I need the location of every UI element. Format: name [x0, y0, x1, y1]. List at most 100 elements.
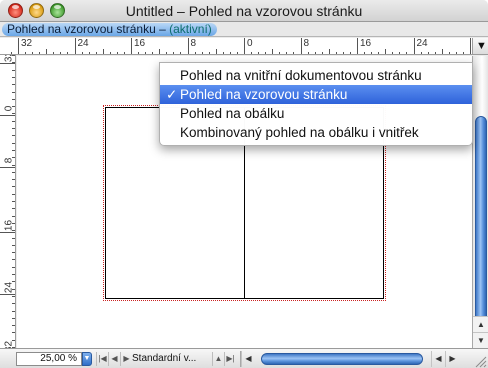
ruler-tick	[399, 52, 401, 54]
ruler-tick	[371, 52, 373, 54]
ruler-label: 24	[77, 38, 89, 49]
ruler-tick	[12, 135, 15, 137]
vertical-scrollbar[interactable]	[472, 56, 488, 368]
resize-grip-icon[interactable]	[472, 349, 488, 368]
page-selector-arrow-icon[interactable]: ▲	[212, 352, 224, 366]
status-bar: 25,00 % ▼ |◀ ◀ ▶ Standardní v... ▲ ▶| ◀ …	[0, 348, 488, 368]
ruler-tick	[25, 52, 27, 54]
ruler-tick	[12, 259, 15, 261]
ruler-tick	[53, 52, 55, 54]
document-window: Untitled – Pohled na vzorovou stránku Po…	[0, 0, 488, 368]
ruler-tick	[272, 49, 274, 54]
ruler-tick	[12, 179, 15, 181]
ruler-tick	[251, 52, 253, 54]
view-mode-menu[interactable]: Pohled na vnitřní dokumentovou stránku ✓…	[159, 62, 473, 146]
ruler-tick	[0, 294, 15, 295]
ruler-tick	[187, 38, 189, 54]
window-title: Untitled – Pohled na vzorovou stránku	[125, 3, 363, 19]
menu-item-inner-page-view[interactable]: Pohled na vnitřní dokumentovou stránku	[160, 66, 472, 85]
ruler-tick	[357, 38, 358, 54]
ruler-tick	[12, 252, 15, 254]
ruler-tick	[152, 52, 154, 54]
ruler-tick	[462, 52, 464, 54]
vertical-ruler[interactable]: 32 0 8 16 24 32	[0, 55, 16, 348]
ruler-tick	[12, 193, 15, 195]
menu-item-cover-view[interactable]: Pohled na obálku	[160, 104, 472, 123]
menu-item-master-page-view[interactable]: ✓ Pohled na vzorovou stránku	[160, 85, 472, 104]
ruler-tick	[12, 149, 15, 151]
ruler-tick	[102, 49, 104, 54]
ruler-tick	[455, 52, 457, 54]
last-page-icon[interactable]: ▶|	[224, 352, 236, 366]
ruler-tick	[12, 84, 15, 86]
zoom-field[interactable]: 25,00 %	[16, 352, 82, 366]
scroll-down-icon[interactable]: ▼	[473, 332, 488, 348]
horizontal-scroll-thumb[interactable]	[261, 353, 423, 365]
ruler-tick	[12, 201, 15, 202]
ruler-tick	[413, 38, 415, 54]
ruler-tick	[448, 52, 450, 54]
ruler-tick	[293, 52, 295, 54]
ruler-tick	[12, 91, 15, 93]
ruler-tick	[12, 186, 15, 188]
scroll-right-icon[interactable]: ▶	[445, 351, 459, 367]
first-page-icon[interactable]: |◀	[96, 352, 108, 366]
ruler-tick	[420, 52, 422, 54]
ruler-tick	[364, 52, 366, 54]
ruler-label: 8	[303, 38, 310, 49]
ruler-tick	[307, 52, 309, 54]
ruler-tick	[145, 52, 147, 54]
ruler-tick	[12, 237, 15, 239]
ruler-label: 8	[190, 38, 197, 49]
menu-item-label: Pohled na vzorovou stránku	[180, 87, 348, 102]
ruler-tick	[470, 38, 471, 54]
ruler-tick	[95, 52, 97, 54]
title-bar[interactable]: Untitled – Pohled na vzorovou stránku	[0, 0, 488, 22]
zoom-dropdown-icon[interactable]: ▼	[82, 352, 92, 366]
ruler-corner-button[interactable]: ▼	[472, 38, 488, 55]
ruler-tick	[12, 295, 15, 297]
ruler-tick	[74, 38, 76, 54]
ruler-tick	[434, 52, 436, 54]
horizontal-scrollbar[interactable]: ◀ ◀ ▶	[240, 351, 472, 367]
ruler-tick	[12, 317, 15, 319]
ruler-tick	[12, 266, 15, 268]
scroll-up-icon[interactable]: ▲	[473, 316, 488, 332]
ruler-tick	[378, 52, 380, 54]
ruler-tick	[0, 63, 15, 64]
ruler-label: 32	[3, 340, 15, 348]
ruler-tick	[441, 49, 443, 54]
ruler-tick	[88, 52, 90, 54]
ruler-tick	[229, 52, 231, 54]
next-page-icon[interactable]: ▶	[120, 352, 132, 366]
view-mode-pill[interactable]: Pohled na vzorovou stránku – (aktivní)	[2, 23, 217, 36]
vertical-scroll-arrows: ▲ ▼	[472, 316, 488, 348]
horizontal-ruler[interactable]: 322416808162432	[0, 38, 472, 55]
scroll-left-icon[interactable]: ◀	[241, 351, 255, 367]
ruler-tick	[427, 52, 429, 54]
ruler-tick	[222, 52, 224, 54]
ruler-tick	[328, 49, 330, 54]
ruler-tick	[12, 274, 15, 275]
ruler-tick	[46, 49, 48, 54]
ruler-tick	[314, 52, 316, 54]
ruler-label: 24	[416, 38, 428, 49]
ruler-tick	[123, 52, 125, 54]
ruler-tick	[12, 332, 15, 334]
ruler-tick	[385, 49, 387, 54]
ruler-tick	[12, 303, 15, 305]
prev-page-icon[interactable]: ◀	[108, 352, 120, 366]
ruler-tick	[12, 310, 15, 312]
ruler-tick	[32, 52, 34, 54]
ruler-tick	[67, 52, 69, 54]
scroll-left-icon-2[interactable]: ◀	[431, 351, 445, 367]
ruler-tick	[258, 52, 260, 54]
ruler-tick	[236, 52, 238, 54]
menu-item-combined-view[interactable]: Kombinovaný pohled na obálku i vnitřek	[160, 123, 472, 142]
page-selector[interactable]: Standardní v...	[132, 352, 212, 366]
ruler-tick	[321, 52, 323, 54]
view-mode-status: (aktivní)	[169, 22, 212, 36]
ruler-tick	[12, 76, 15, 78]
ruler-tick	[215, 49, 217, 54]
ruler-tick	[0, 232, 15, 233]
